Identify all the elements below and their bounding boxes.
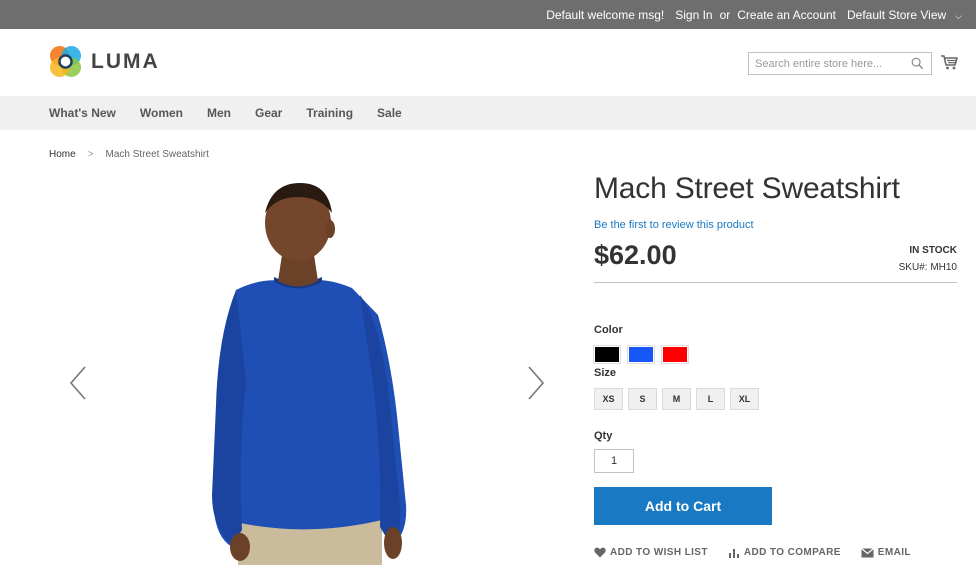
or-text: or	[719, 7, 731, 22]
compare-icon	[728, 549, 739, 558]
top-bar: Default welcome msg! Sign In or Create a…	[0, 0, 976, 29]
add-to-compare-label: ADD TO COMPARE	[743, 547, 841, 558]
envelope-icon	[860, 547, 874, 557]
size-options: XS S M L XL	[594, 388, 764, 410]
size-option-m[interactable]: M	[662, 388, 691, 410]
add-to-compare-link[interactable]: ADD TO COMPARE	[728, 547, 841, 558]
size-option-l[interactable]: L	[696, 388, 725, 410]
cart-icon[interactable]	[940, 53, 958, 71]
breadcrumb: Home > Mach Street Sweatshirt	[49, 149, 209, 160]
chevron-down-icon: ⌵	[955, 10, 962, 21]
create-account-link[interactable]: Create an Account	[737, 8, 836, 22]
size-label: Size	[594, 367, 617, 379]
breadcrumb-home[interactable]: Home	[49, 149, 76, 160]
top-links: Default welcome msg! Sign In or Create a…	[537, 0, 962, 29]
color-swatch-black[interactable]	[593, 345, 621, 364]
stock-status: IN STOCK	[909, 245, 957, 256]
nav-item-training[interactable]: Training	[306, 106, 353, 120]
store-switcher[interactable]: Default Store View ⌵	[847, 8, 962, 22]
nav-item-sale[interactable]: Sale	[377, 106, 402, 120]
size-option-s[interactable]: S	[628, 388, 657, 410]
search-icon[interactable]	[911, 57, 924, 70]
search-input[interactable]	[749, 53, 899, 74]
review-link[interactable]: Be the first to review this product	[594, 219, 754, 231]
product-image[interactable]	[60, 175, 555, 565]
product-title: Mach Street Sweatshirt	[594, 172, 900, 205]
divider	[594, 282, 957, 283]
main-navigation: What's New Women Men Gear Training Sale	[0, 96, 976, 130]
nav-item-men[interactable]: Men	[207, 106, 231, 120]
breadcrumb-separator: >	[87, 149, 94, 160]
size-option-xs[interactable]: XS	[594, 388, 623, 410]
sign-in-link[interactable]: Sign In	[675, 8, 712, 22]
luma-logo-icon	[49, 45, 82, 78]
welcome-message: Default welcome msg!	[546, 7, 665, 22]
add-to-cart-button[interactable]: Add to Cart	[594, 487, 772, 525]
color-label: Color	[594, 324, 623, 336]
previous-image-arrow-icon[interactable]	[68, 365, 88, 401]
email-link[interactable]: EMAIL	[860, 547, 911, 558]
search-box	[748, 52, 932, 75]
size-option-xl[interactable]: XL	[730, 388, 759, 410]
add-to-wishlist-link[interactable]: ADD TO WISH LIST	[594, 547, 708, 558]
product-sku: SKU#: MH10	[898, 262, 957, 273]
heart-icon	[594, 547, 606, 558]
email-label: EMAIL	[877, 547, 911, 558]
next-image-arrow-icon[interactable]	[526, 365, 546, 401]
logo-text: LUMA	[91, 49, 160, 73]
store-switcher-label: Default Store View	[847, 7, 947, 22]
product-actions: ADD TO WISH LIST ADD TO COMPARE EMAIL	[594, 547, 931, 558]
nav-item-women[interactable]: Women	[140, 106, 183, 120]
color-swatch-red[interactable]	[661, 345, 689, 364]
product-gallery	[60, 175, 555, 565]
product-price: $62.00	[594, 240, 677, 270]
breadcrumb-current: Mach Street Sweatshirt	[105, 149, 209, 160]
qty-input[interactable]: 1	[594, 449, 634, 473]
color-swatches	[593, 345, 696, 364]
nav-item-whats-new[interactable]: What's New	[49, 106, 116, 120]
logo[interactable]: LUMA	[49, 45, 160, 78]
color-swatch-blue[interactable]	[627, 345, 655, 364]
nav-item-gear[interactable]: Gear	[255, 106, 282, 120]
add-to-wishlist-label: ADD TO WISH LIST	[610, 547, 708, 558]
qty-label: Qty	[594, 430, 613, 442]
